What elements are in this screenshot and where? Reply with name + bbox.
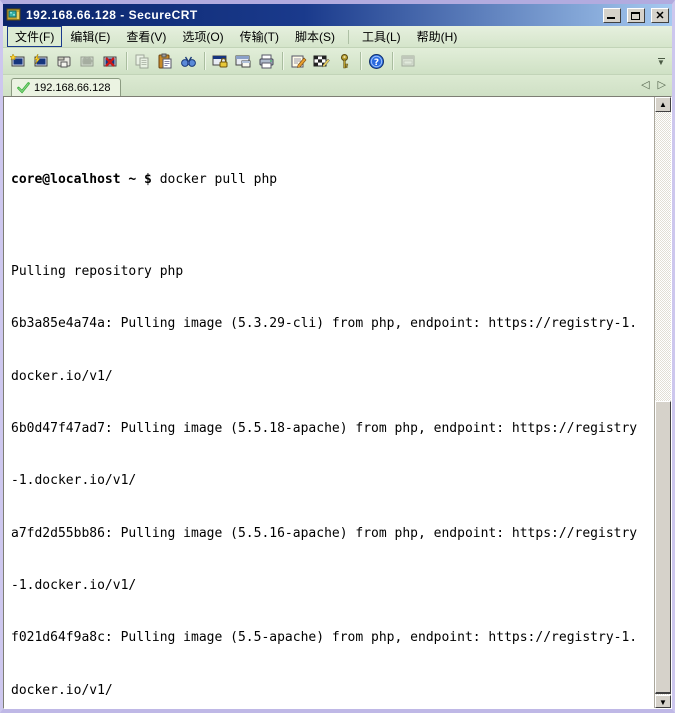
keymap-icon bbox=[313, 53, 330, 70]
prompt-line: core@localhost ~ $ docker pull php bbox=[11, 173, 654, 186]
copy-button[interactable] bbox=[131, 50, 154, 73]
terminal-window-icon bbox=[235, 53, 252, 70]
paste-icon bbox=[157, 53, 174, 70]
toolbar-separator bbox=[360, 52, 361, 70]
terminal-line: -1.docker.io/v1/ bbox=[11, 579, 654, 592]
terminal-lock-button[interactable] bbox=[209, 50, 232, 73]
toolbar-separator bbox=[392, 52, 393, 70]
terminal-line: f021d64f9a8c: Pulling image (5.5-apache)… bbox=[11, 631, 654, 644]
app-window-button[interactable] bbox=[397, 50, 420, 73]
session-tab[interactable]: 192.168.66.128 bbox=[11, 78, 121, 96]
toolbar: ? ▼ bbox=[3, 48, 672, 75]
tab-bar: 192.168.66.128 ◁ ▷ bbox=[3, 75, 672, 96]
reconnect-button[interactable] bbox=[76, 50, 99, 73]
copy-icon bbox=[134, 53, 151, 70]
tab-scroll-right-button[interactable]: ▷ bbox=[658, 78, 666, 91]
terminal-window-button[interactable] bbox=[232, 50, 255, 73]
terminal-line: a7fd2d55bb86: Pulling image (5.5.16-apac… bbox=[11, 527, 654, 540]
vertical-scrollbar[interactable]: ▲ ▼ bbox=[654, 97, 671, 708]
menu-file[interactable]: 文件(F) bbox=[7, 26, 62, 47]
quick-connect-icon bbox=[33, 53, 50, 70]
connect-dialog-button[interactable] bbox=[7, 50, 30, 73]
scroll-down-button[interactable]: ▼ bbox=[655, 695, 671, 708]
close-icon: ✕ bbox=[652, 9, 668, 22]
menu-tools[interactable]: 工具(L) bbox=[354, 26, 409, 47]
minimize-button[interactable] bbox=[603, 8, 621, 23]
terminal-output[interactable]: core@localhost ~ $ docker pull php Pulli… bbox=[4, 97, 654, 708]
arrow-down-icon: ▼ bbox=[659, 698, 667, 707]
print-button[interactable] bbox=[255, 50, 278, 73]
terminal-line: Pulling repository php bbox=[11, 265, 654, 278]
disconnect-button[interactable] bbox=[99, 50, 122, 73]
app-window-icon bbox=[400, 53, 417, 70]
paste-button[interactable] bbox=[154, 50, 177, 73]
scrollbar-track[interactable] bbox=[655, 112, 671, 708]
toolbar-separator bbox=[126, 52, 127, 70]
minimize-icon bbox=[607, 17, 615, 19]
terminal-lock-icon bbox=[212, 53, 229, 70]
session-options-button[interactable] bbox=[287, 50, 310, 73]
terminal-line: 6b3a85e4a74a: Pulling image (5.3.29-cli)… bbox=[11, 317, 654, 330]
disconnect-icon bbox=[102, 53, 119, 70]
find-button[interactable] bbox=[177, 50, 200, 73]
chevron-down-icon: ▼ bbox=[657, 61, 665, 65]
menu-script[interactable]: 脚本(S) bbox=[287, 26, 343, 47]
help-icon: ? bbox=[368, 53, 385, 70]
menu-view[interactable]: 查看(V) bbox=[118, 26, 174, 47]
menu-help[interactable]: 帮助(H) bbox=[409, 26, 466, 47]
shell-prompt: core@localhost ~ $ bbox=[11, 172, 160, 187]
svg-text:?: ? bbox=[374, 58, 379, 68]
terminal-line: docker.io/v1/ bbox=[11, 370, 654, 383]
tab-scroll-left-button[interactable]: ◁ bbox=[641, 78, 649, 91]
find-icon bbox=[180, 53, 197, 70]
menu-transfer[interactable]: 传输(T) bbox=[232, 26, 287, 47]
window-title: 192.168.66.128 - SecureCRT bbox=[26, 8, 597, 22]
terminal-lines: Pulling repository php 6b3a85e4a74a: Pul… bbox=[11, 212, 654, 708]
shell-command: docker pull php bbox=[160, 172, 277, 187]
toolbar-separator bbox=[282, 52, 283, 70]
connect-dialog-icon bbox=[10, 53, 27, 70]
print-icon bbox=[258, 53, 275, 70]
session-options-icon bbox=[290, 53, 307, 70]
menu-options[interactable]: 选项(O) bbox=[174, 26, 231, 47]
key-button[interactable] bbox=[333, 50, 356, 73]
reconnect-icon bbox=[79, 53, 96, 70]
connected-check-icon bbox=[17, 81, 30, 94]
toolbar-separator bbox=[204, 52, 205, 70]
help-button[interactable]: ? bbox=[365, 50, 388, 73]
maximize-icon bbox=[631, 12, 640, 20]
menu-divider bbox=[348, 30, 349, 44]
securecrt-window: 192.168.66.128 - SecureCRT ✕ 文件(F) 编辑(E)… bbox=[0, 0, 675, 713]
terminal-frame: core@localhost ~ $ docker pull php Pulli… bbox=[3, 96, 672, 709]
securecrt-app-icon bbox=[6, 7, 22, 23]
key-icon bbox=[336, 53, 353, 70]
menu-edit[interactable]: 编辑(E) bbox=[62, 26, 118, 47]
connect-in-tab-icon bbox=[56, 53, 73, 70]
quick-connect-button[interactable] bbox=[30, 50, 53, 73]
scrollbar-thumb[interactable] bbox=[655, 401, 671, 694]
menu-bar: 文件(F) 编辑(E) 查看(V) 选项(O) 传输(T) 脚本(S) 工具(L… bbox=[3, 26, 672, 48]
close-button[interactable]: ✕ bbox=[651, 8, 669, 23]
scroll-up-button[interactable]: ▲ bbox=[655, 97, 671, 112]
terminal-line: 6b0d47f47ad7: Pulling image (5.5.18-apac… bbox=[11, 422, 654, 435]
keymap-button[interactable] bbox=[310, 50, 333, 73]
terminal-line: docker.io/v1/ bbox=[11, 684, 654, 697]
toolbar-overflow-button[interactable]: ▼ bbox=[654, 51, 668, 71]
maximize-button[interactable] bbox=[627, 8, 645, 23]
connect-in-tab-button[interactable] bbox=[53, 50, 76, 73]
tab-label: 192.168.66.128 bbox=[34, 82, 110, 94]
title-bar[interactable]: 192.168.66.128 - SecureCRT ✕ bbox=[3, 4, 672, 26]
terminal-line: -1.docker.io/v1/ bbox=[11, 474, 654, 487]
arrow-up-icon: ▲ bbox=[659, 100, 667, 109]
